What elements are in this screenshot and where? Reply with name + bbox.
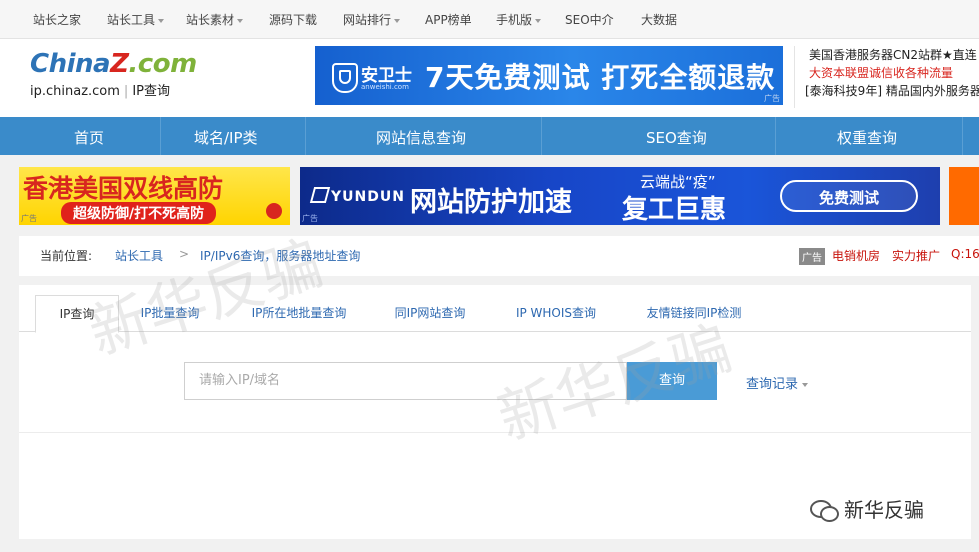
topnav-item-label: 站长素材: [186, 13, 235, 27]
query-button[interactable]: 查询: [627, 362, 717, 400]
nav-divider: [962, 117, 963, 155]
topnav-item-label: 网站排行: [343, 13, 392, 27]
logo-brand-a: China: [30, 49, 111, 79]
yundun-brand: YUNDUN: [331, 189, 405, 205]
breadcrumb-link-tools[interactable]: 站长工具: [115, 247, 163, 264]
topnav-item-source[interactable]: 源码下载: [269, 11, 317, 28]
topnav-item-bigdata[interactable]: 大数据: [641, 11, 677, 28]
ad-label: 广告: [302, 214, 318, 223]
topnav-item-seo[interactable]: SEO中介: [565, 11, 614, 28]
tab-ip-whois[interactable]: IP WHOIS查询: [506, 295, 606, 331]
topnav-item-zhanzhangzhijia[interactable]: 站长之家: [33, 11, 81, 28]
tab-ip-query[interactable]: IP查询: [35, 295, 119, 333]
ad-label: 广告: [764, 94, 780, 103]
wechat-account-name: 新华反骗: [844, 498, 924, 522]
breadcrumb-ad-link-3[interactable]: Q:16: [951, 247, 979, 261]
chevron-down-icon: [802, 382, 809, 387]
nav-divider: [160, 117, 161, 155]
ad-label: 广告: [799, 248, 825, 265]
breadcrumb-separator: >: [179, 247, 190, 261]
panel-divider: [19, 432, 971, 433]
wechat-account-watermark: 新华反骗: [810, 494, 924, 523]
yundun-line-2: 复工巨惠: [622, 195, 727, 225]
banner-brand-sub: anweishi.com: [361, 83, 409, 91]
logo-brand-b: .com: [128, 49, 197, 79]
banner-ad-anweishi[interactable]: 安卫士 anweishi.com 7天免费测试 打死全额退款 广告: [315, 46, 783, 105]
topnav-item-mobile[interactable]: 手机版: [496, 11, 542, 28]
tab-link-same-ip[interactable]: 友情链接同IP检测: [633, 295, 755, 331]
chevron-down-icon: [237, 18, 244, 23]
banner-ad-hk-defense[interactable]: 香港美国双线高防 超级防御/打不死高防 广告: [19, 167, 290, 225]
yundun-free-trial-button[interactable]: 免费测试: [780, 180, 918, 212]
banner-ad-partial[interactable]: [949, 167, 979, 225]
side-ad-link-3[interactable]: [泰海科技9年] 精品国内外服务器: [805, 84, 979, 98]
mainnav-item-site-info[interactable]: 网站信息查询: [376, 127, 466, 148]
side-ad-link-2[interactable]: 大资本联盟诚信收各种流量: [809, 66, 953, 80]
ad-hk-subtitle: 超级防御/打不死高防: [61, 202, 217, 224]
logo-brand-z: Z: [110, 49, 129, 79]
tab-same-ip-sites[interactable]: 同IP网站查询: [385, 295, 475, 331]
wechat-icon: [810, 500, 839, 522]
logo-divider: |: [123, 84, 129, 99]
topnav-item-ranking[interactable]: 网站排行: [343, 11, 401, 28]
topnav-item-label: 站长工具: [107, 13, 156, 27]
mainnav-item-domain-ip[interactable]: 域名/IP类: [194, 127, 258, 148]
logo-brand: ChinaZ.com: [30, 49, 197, 79]
nav-divider: [775, 117, 776, 155]
banner-slogan: 7天免费测试 打死全额退款: [425, 61, 776, 94]
side-ad-link-1[interactable]: 美国香港服务器CN2站群★直连: [809, 48, 977, 62]
tab-bar: IP查询 IP批量查询 IP所在地批量查询 同IP网站查询 IP WHOIS查询…: [19, 285, 971, 333]
ad-hk-title: 香港美国双线高防: [23, 174, 224, 203]
yundun-slogan: 网站防护加速: [410, 187, 572, 218]
breadcrumb-ad-link-2[interactable]: 实力推广: [892, 247, 940, 264]
nav-divider: [305, 117, 306, 155]
tab-ip-location-batch[interactable]: IP所在地批量查询: [239, 295, 359, 331]
logo-subtitle: ip.chinaz.com | IP查询: [30, 80, 197, 99]
flower-icon: [266, 203, 282, 219]
mainnav-item-weight[interactable]: 权重查询: [837, 127, 897, 148]
side-text-ad: 美国香港服务器CN2站群★直连 大资本联盟诚信收各种流量 [泰海科技9年] 精品…: [794, 46, 979, 108]
breadcrumb-ad-link-1[interactable]: 电销机房: [832, 247, 880, 264]
tab-ip-batch[interactable]: IP批量查询: [128, 295, 212, 331]
ip-search-input[interactable]: 请输入IP/域名: [184, 362, 627, 400]
query-history-dropdown[interactable]: 查询记录: [746, 373, 809, 392]
topnav-item-materials[interactable]: 站长素材: [186, 11, 244, 28]
yundun-logo: YUNDUN: [309, 187, 405, 205]
breadcrumb: 当前位置: 站长工具 > IP/IPv6查询，服务器地址查询 广告 电销机房 实…: [19, 236, 979, 276]
topnav-item-app-list[interactable]: APP榜单: [425, 11, 472, 28]
breadcrumb-prefix: 当前位置:: [40, 249, 93, 263]
site-logo[interactable]: ChinaZ.com ip.chinaz.com | IP查询: [30, 49, 197, 99]
banner-ad-yundun[interactable]: YUNDUN 网站防护加速 云端战“疫” 复工巨惠 免费测试 广告: [300, 167, 940, 225]
chevron-down-icon: [158, 18, 165, 23]
main-nav: 首页 域名/IP类 网站信息查询 SEO查询 权重查询: [0, 117, 979, 155]
mainnav-item-home[interactable]: 首页: [74, 127, 104, 148]
logo-domain: ip.chinaz.com: [30, 84, 120, 99]
mainnav-item-seo[interactable]: SEO查询: [646, 127, 707, 148]
shield-icon: [332, 63, 358, 93]
chevron-down-icon: [394, 18, 401, 23]
query-history-label: 查询记录: [746, 377, 799, 392]
breadcrumb-current[interactable]: IP/IPv6查询，服务器地址查询: [200, 247, 360, 264]
logo-section: IP查询: [132, 84, 170, 99]
site-header: ChinaZ.com ip.chinaz.com | IP查询 安卫士 anweis…: [0, 39, 979, 117]
ad-label: 广告: [21, 214, 37, 223]
topnav-item-tools[interactable]: 站长工具: [107, 11, 165, 28]
topnav-item-label: 手机版: [496, 13, 533, 27]
top-nav-bar: 站长之家 站长工具 站长素材 源码下载 网站排行 APP榜单 手机版 SEO中介…: [0, 0, 979, 39]
yundun-logo-icon: [309, 187, 331, 203]
chevron-down-icon: [535, 18, 542, 23]
nav-divider: [541, 117, 542, 155]
